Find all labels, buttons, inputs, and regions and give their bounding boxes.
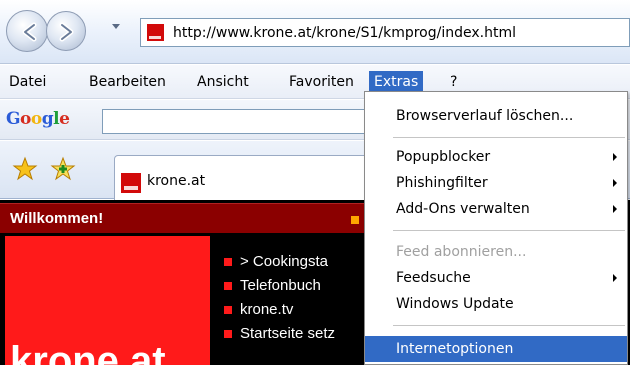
menu-item-windows-update[interactable]: Windows Update [365,291,627,317]
tab-label: krone.at [147,173,206,189]
menu-item-feed-abonnieren: Feed abonnieren... [396,244,527,260]
tab-krone[interactable]: krone.at [114,155,374,200]
google-logo[interactable]: Google [6,109,70,129]
google-search-input[interactable] [102,109,370,134]
page-link-krone-tv[interactable]: krone.tv [224,298,335,322]
bullet-icon [224,306,232,314]
submenu-arrow-icon [613,205,617,213]
bullet-icon [224,330,232,338]
page-link-cooking[interactable]: > Cookingsta [224,250,335,274]
extras-dropdown-menu: Browserverlauf löschen... Popupblocker P… [364,91,628,365]
menu-separator [393,137,625,138]
bullet-icon [224,282,232,290]
favorites-star-icon[interactable] [12,156,38,182]
welcome-bar: Willkommen! [0,203,365,233]
submenu-arrow-icon [613,179,617,187]
menu-item-phishingfilter[interactable]: Phishingfilter [365,170,627,196]
krone-logo: krone.at [10,339,166,365]
forward-button[interactable] [46,11,86,51]
submenu-arrow-icon [613,153,617,161]
menu-item-popupblocker[interactable]: Popupblocker [365,144,627,170]
address-toolbar: http://www.krone.at/krone/S1/kmprog/inde… [0,0,630,64]
menu-item-internetoptionen[interactable]: Internetoptionen [365,336,627,362]
menu-separator [393,325,625,326]
menu-separator [393,230,625,231]
bullet-icon [351,216,359,224]
url-text: http://www.krone.at/krone/S1/kmprog/inde… [173,25,516,41]
menu-bearbeiten[interactable]: Bearbeiten [84,71,171,93]
welcome-heading: Willkommen! [10,210,104,227]
page-link-startseite[interactable]: Startseite setz [224,322,335,346]
submenu-arrow-icon [613,274,617,282]
bullet-icon [224,258,232,266]
menu-item-feedsuche[interactable]: Feedsuche [365,265,627,291]
menu-favoriten[interactable]: Favoriten [284,71,359,93]
menu-item-addons[interactable]: Add-Ons verwalten [365,196,627,222]
site-favicon-icon [147,24,164,41]
menu-extras[interactable]: Extras [369,71,424,93]
menu-help[interactable]: ? [445,71,462,93]
url-field[interactable]: http://www.krone.at/krone/S1/kmprog/inde… [140,18,630,47]
back-button[interactable] [6,10,48,52]
tab-favicon-icon [121,173,141,193]
add-favorite-icon[interactable] [50,156,76,182]
forward-arrow-icon [59,22,74,42]
back-arrow-icon [22,22,37,42]
menu-item-browserverlauf[interactable]: Browserverlauf löschen... [365,103,627,129]
history-dropdown-icon[interactable] [110,22,122,32]
link-list: > Cookingsta Telefonbuch krone.tv Starts… [224,250,335,346]
menu-ansicht[interactable]: Ansicht [192,71,254,93]
page-link-telefonbuch[interactable]: Telefonbuch [224,274,335,298]
menu-datei[interactable]: Datei [4,71,51,93]
